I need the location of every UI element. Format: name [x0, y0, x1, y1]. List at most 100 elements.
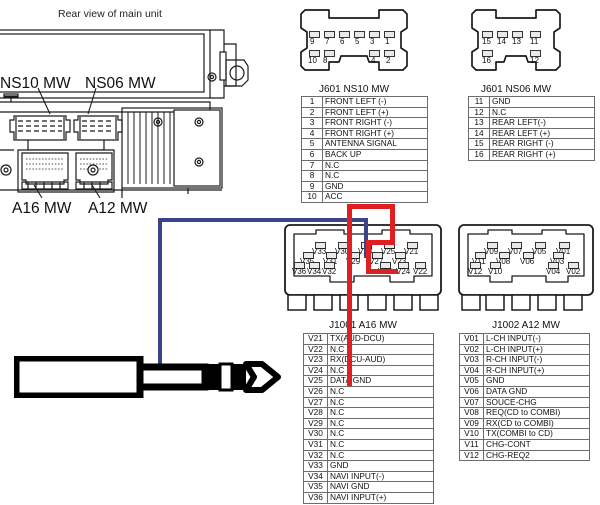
pin-number: 10	[301, 191, 323, 203]
pin-signal: RX(CD to COMBI)	[483, 417, 590, 430]
j1001-a16-pin-table: V21 TX(AUD-DCU) V22 N.C V23 RX(DCU-AUD) V24 N.C…	[303, 333, 434, 504]
j1001-a16-title: J1001 A16 MW	[329, 320, 397, 331]
pin-number: V34	[303, 470, 328, 483]
pin-label-V34: V34	[307, 267, 322, 276]
pin-number: 5	[301, 138, 323, 150]
rear-view-caption: Rear view of main unit	[58, 8, 162, 20]
pin-number: V10	[459, 428, 484, 440]
pin-label-11: 11	[530, 37, 539, 46]
table-row: V09 RX(CD to COMBI)	[459, 417, 590, 430]
table-row: 13 REAR LEFT(-)	[468, 117, 595, 129]
pin-label-V07: V07	[508, 247, 523, 256]
table-row: V33 GND	[303, 460, 434, 472]
pin-signal: REAR LEFT(-)	[489, 117, 595, 129]
pin-number: V25	[303, 375, 328, 387]
pin-signal: DATA GND	[327, 375, 434, 387]
pin-number: 7	[301, 159, 323, 172]
pin-number: V21	[303, 333, 328, 345]
pin-signal: BACK UP	[322, 148, 428, 161]
pin-number: 13	[468, 117, 490, 129]
red-wire-horizontal-end	[366, 269, 398, 274]
pin-signal: NAVI GND	[327, 481, 434, 493]
j601-ns06-title: J601 NS06 MW	[480, 84, 552, 95]
table-row: 7 N.C	[301, 159, 428, 172]
pin-number: V09	[459, 417, 484, 430]
table-row: 1 FRONT LEFT (-)	[301, 96, 428, 108]
pin-label-V05: V05	[532, 247, 547, 256]
a16-mw-label: A16 MW	[12, 200, 72, 217]
pin-label-V04: V04	[546, 267, 561, 276]
table-row: V05 GND	[459, 375, 590, 387]
pin-number: V29	[303, 417, 328, 430]
pin-label-V25: V25	[381, 247, 396, 256]
table-row: V31 N.C	[303, 438, 434, 451]
pin-label-7: 7	[325, 37, 330, 46]
red-wire-vertical-right	[390, 204, 395, 244]
pin-label-16: 16	[482, 56, 491, 65]
table-row: 10 ACC	[301, 191, 428, 203]
table-row: V12 CHG-REQ2	[459, 449, 590, 462]
pin-signal: ACC	[322, 191, 428, 203]
pin-signal: N.C	[327, 364, 434, 377]
pin-number: V33	[303, 460, 328, 472]
pin-signal: R-CH INPUT(+)	[483, 364, 590, 377]
pin-label-4: 4	[371, 56, 376, 65]
table-row: 3 FRONT RIGHT (-)	[301, 117, 428, 129]
pin-label-2: 2	[386, 56, 391, 65]
pin-signal: L-CH INPUT(+)	[483, 343, 590, 356]
pin-signal: DATA GND	[483, 385, 590, 398]
pin-signal: GND	[489, 96, 595, 108]
pin-number: V31	[303, 438, 328, 451]
pin-label-V36: V36	[292, 267, 307, 276]
blue-wire-horizontal-top	[158, 218, 368, 222]
pin-signal: ANTENNA SIGNAL	[322, 138, 428, 150]
pin-number: V24	[303, 364, 328, 377]
table-row: 9 GND	[301, 180, 428, 193]
pin-signal: GND	[322, 180, 428, 193]
pin-label-V32: V32	[322, 267, 337, 276]
pin-label-V09: V09	[484, 247, 499, 256]
pin-signal: N.C	[327, 343, 434, 356]
pin-number: V32	[303, 449, 328, 462]
pin-signal: GND	[327, 460, 434, 472]
j1001-a16-pin-map: V33V30V28V25V21V35V31V29V27V23V36V34V32V…	[282, 222, 444, 318]
table-row: V26 N.C	[303, 385, 434, 398]
pin-number: 2	[301, 106, 323, 119]
table-row: 16 REAR RIGHT (+)	[468, 148, 595, 161]
j601-ns10-title: J601 NS10 MW	[318, 84, 390, 95]
pin-signal: TX(COMBI to CD)	[483, 428, 590, 440]
pin-label-9: 9	[310, 37, 315, 46]
pin-signal: N.C	[322, 170, 428, 182]
pin-number: V08	[459, 407, 484, 419]
table-row: V23 RX(DCU-AUD)	[303, 354, 434, 366]
pin-signal: N.C	[327, 407, 434, 419]
pin-signal: REAR RIGHT (-)	[489, 138, 595, 150]
j601-ns06-pin-map: 15 14 13 11 16 12	[466, 6, 566, 84]
table-row: 8 N.C	[301, 170, 428, 182]
pin-number: V06	[459, 385, 484, 398]
pin-signal: N.C	[327, 428, 434, 440]
table-row: 12 N.C	[468, 106, 595, 119]
table-row: 6 BACK UP	[301, 148, 428, 161]
pin-label-15: 15	[482, 37, 491, 46]
a12-mw-label: A12 MW	[88, 200, 148, 217]
pin-number: 8	[301, 170, 323, 182]
pin-number: V02	[459, 343, 484, 356]
table-row: V10 TX(COMBI to CD)	[459, 428, 590, 440]
table-row: V21 TX(AUD-DCU)	[303, 333, 434, 345]
table-row: V34 NAVI INPUT(-)	[303, 470, 434, 483]
j601-ns10-pin-table: 1 FRONT LEFT (-) 2 FRONT LEFT (+) 3 FRONT RIG…	[301, 96, 428, 203]
pin-number: V05	[459, 375, 484, 387]
pin-number: V11	[459, 438, 484, 451]
table-row: V06 DATA GND	[459, 385, 590, 398]
pin-label-V06: V06	[520, 257, 535, 266]
pin-number: 6	[301, 148, 323, 161]
pin-number: V12	[459, 449, 484, 462]
pin-label-V21: V21	[404, 247, 419, 256]
table-row: V02 L-CH INPUT(+)	[459, 343, 590, 356]
main-unit-rear-view-drawing	[0, 22, 257, 222]
pin-label-V33: V33	[312, 247, 327, 256]
pin-signal: NAVI INPUT(-)	[327, 470, 434, 483]
pin-label-3: 3	[370, 37, 375, 46]
pin-signal: R-CH INPUT(-)	[483, 354, 590, 366]
